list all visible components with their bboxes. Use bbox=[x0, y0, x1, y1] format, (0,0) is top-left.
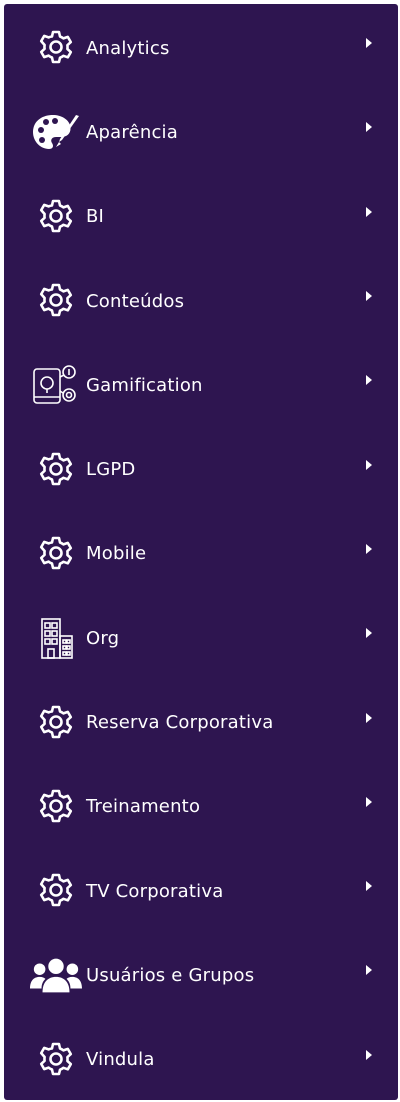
gear-icon bbox=[30, 869, 82, 913]
menu-item-label: Conteúdos bbox=[86, 290, 185, 312]
palette-icon bbox=[30, 110, 82, 154]
gear-icon bbox=[30, 785, 82, 829]
menu-item-label: TV Corporativa bbox=[86, 880, 224, 902]
chevron-right-icon bbox=[366, 796, 372, 807]
menu-item-tv-corporativa[interactable]: TV Corporativa bbox=[4, 849, 398, 933]
menu-item-label: Usuários e Grupos bbox=[86, 964, 255, 986]
menu-item-lgpd[interactable]: LGPD bbox=[4, 427, 398, 511]
users-icon bbox=[30, 953, 82, 997]
gear-icon bbox=[30, 532, 82, 576]
gear-icon bbox=[30, 448, 82, 492]
chevron-right-icon bbox=[366, 712, 372, 723]
menu-item-label: Mobile bbox=[86, 543, 147, 565]
menu-item-gamification[interactable]: Gamification bbox=[4, 343, 398, 427]
gear-icon bbox=[30, 701, 82, 745]
menu-item-label: Reserva Corporativa bbox=[86, 712, 274, 734]
gamification-icon bbox=[30, 363, 82, 407]
menu-item-analytics[interactable]: Analytics bbox=[4, 6, 398, 90]
chevron-right-icon bbox=[366, 38, 372, 49]
menu-item-label: Vindula bbox=[86, 1049, 155, 1071]
chevron-right-icon bbox=[366, 459, 372, 470]
menu-item-label: Org bbox=[86, 627, 120, 649]
menu-item-usuarios-e-grupos[interactable]: Usuários e Grupos bbox=[4, 933, 398, 1017]
menu-item-label: Aparência bbox=[86, 121, 178, 143]
menu-item-label: LGPD bbox=[86, 459, 136, 481]
menu-item-mobile[interactable]: Mobile bbox=[4, 512, 398, 596]
chevron-right-icon bbox=[366, 291, 372, 302]
chevron-right-icon bbox=[366, 206, 372, 217]
chevron-right-icon bbox=[366, 1049, 372, 1060]
menu-item-vindula[interactable]: Vindula bbox=[4, 1018, 398, 1102]
menu-item-label: Gamification bbox=[86, 374, 203, 396]
menu-item-label: BI bbox=[86, 206, 105, 228]
menu-item-aparencia[interactable]: Aparência bbox=[4, 90, 398, 174]
chevron-right-icon bbox=[366, 122, 372, 133]
gear-icon bbox=[30, 279, 82, 323]
chevron-right-icon bbox=[366, 881, 372, 892]
menu-item-org[interactable]: Org bbox=[4, 596, 398, 680]
menu-item-reserva-corporativa[interactable]: Reserva Corporativa bbox=[4, 680, 398, 764]
gear-icon bbox=[30, 1038, 82, 1082]
menu-item-conteudos[interactable]: Conteúdos bbox=[4, 259, 398, 343]
menu-item-label: Analytics bbox=[86, 37, 170, 59]
menu-item-label: Treinamento bbox=[86, 796, 201, 818]
chevron-right-icon bbox=[366, 375, 372, 386]
gear-icon bbox=[30, 195, 82, 239]
settings-menu: Analytics Aparência BI Conteúdos Gamific… bbox=[4, 4, 398, 1100]
chevron-right-icon bbox=[366, 628, 372, 639]
menu-item-bi[interactable]: BI bbox=[4, 175, 398, 259]
gear-icon bbox=[30, 26, 82, 70]
chevron-right-icon bbox=[366, 965, 372, 976]
chevron-right-icon bbox=[366, 543, 372, 554]
menu-item-treinamento[interactable]: Treinamento bbox=[4, 765, 398, 849]
building-icon bbox=[30, 616, 82, 660]
